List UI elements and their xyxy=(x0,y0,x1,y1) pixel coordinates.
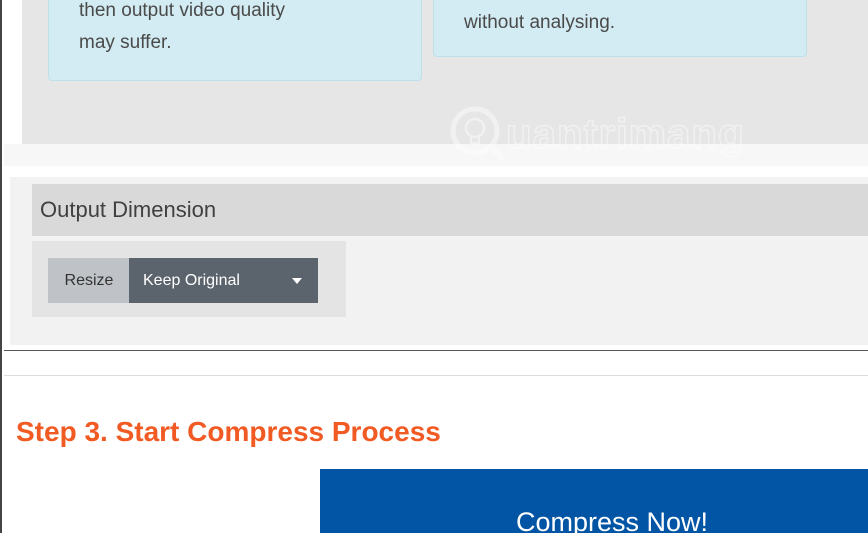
step-3-title: Step 3. Start Compress Process xyxy=(16,416,441,447)
caret-down-icon xyxy=(292,278,302,284)
watermark-logo: uantrimang xyxy=(442,98,772,168)
info-card-line: without analysing. xyxy=(464,12,616,33)
page: then output video quality may suffer. wi… xyxy=(0,0,868,533)
info-card-line: may suffer. xyxy=(79,32,172,53)
resize-dropdown[interactable]: Keep Original xyxy=(129,258,318,303)
compress-now-button[interactable]: Compress Now! xyxy=(320,469,868,533)
info-card-line: then output video quality xyxy=(79,0,285,21)
info-card-analysis: without analysing. xyxy=(433,0,807,57)
lightbulb-icon xyxy=(450,106,505,161)
resize-dropdown-value: Keep Original xyxy=(143,272,240,289)
watermark-text: uantrimang xyxy=(505,109,745,158)
divider xyxy=(4,375,868,376)
compress-now-label: Compress Now! xyxy=(516,507,709,533)
divider xyxy=(4,350,868,351)
resize-label: Resize xyxy=(48,258,130,303)
output-dimension-heading: Output Dimension xyxy=(32,184,868,236)
info-card-quality: then output video quality may suffer. xyxy=(48,0,422,81)
